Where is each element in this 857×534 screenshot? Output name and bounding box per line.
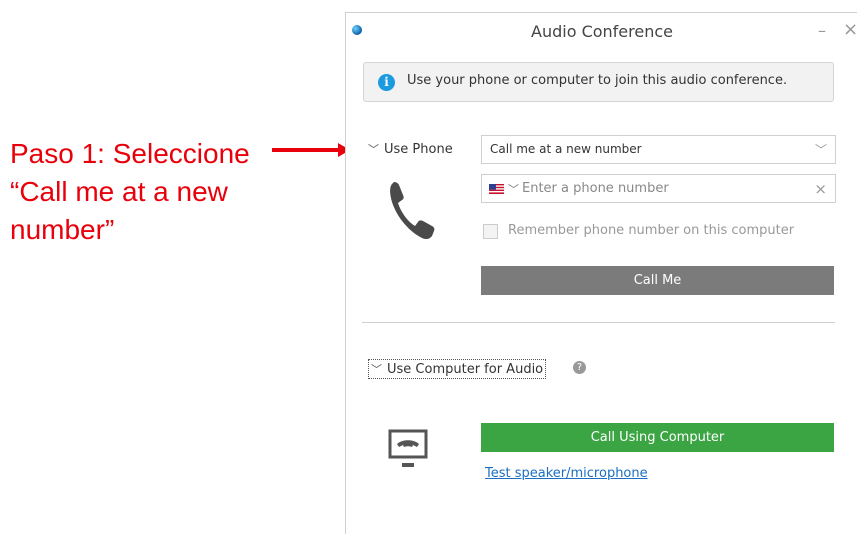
use-computer-label: Use Computer for Audio xyxy=(387,362,544,377)
chevron-down-icon: ﹀ xyxy=(368,143,379,156)
call-me-button[interactable]: Call Me xyxy=(481,266,834,295)
info-icon: i xyxy=(378,74,395,91)
title-bar: Audio Conference – × xyxy=(346,13,857,50)
call-using-computer-button[interactable]: Call Using Computer xyxy=(481,423,834,452)
minimize-button[interactable]: – xyxy=(818,21,826,40)
info-banner: i Use your phone or computer to join thi… xyxy=(363,62,834,102)
call-option-dropdown[interactable]: Call me at a new number ﹀ xyxy=(481,135,836,164)
dropdown-value: Call me at a new number xyxy=(490,142,642,156)
remember-checkbox[interactable] xyxy=(483,224,498,239)
step1-annotation: Paso 1: Seleccione “Call me at a new num… xyxy=(10,138,250,245)
chevron-down-icon: ﹀ xyxy=(371,363,382,376)
use-phone-label: Use Phone xyxy=(384,142,453,157)
close-button[interactable]: × xyxy=(843,19,857,40)
section-divider xyxy=(362,322,835,323)
annotation-arrow xyxy=(272,143,350,157)
remember-label: Remember phone number on this computer xyxy=(508,223,795,238)
us-flag-icon[interactable] xyxy=(489,184,504,194)
test-speaker-link[interactable]: Test speaker/microphone xyxy=(485,466,648,481)
help-icon[interactable]: ? xyxy=(573,361,586,374)
clear-icon[interactable]: × xyxy=(814,180,827,198)
use-computer-toggle[interactable]: ﹀ Use Computer for Audio xyxy=(368,359,547,379)
use-phone-toggle[interactable]: ﹀ Use Phone xyxy=(368,141,453,157)
phone-number-input[interactable]: ﹀ Enter a phone number × xyxy=(481,174,836,203)
country-chevron-icon[interactable]: ﹀ xyxy=(508,181,519,197)
phone-placeholder: Enter a phone number xyxy=(522,181,669,196)
computer-audio-icon xyxy=(388,429,428,467)
phone-handset-icon xyxy=(390,182,435,240)
info-text: Use your phone or computer to join this … xyxy=(407,73,788,88)
chevron-down-icon: ﹀ xyxy=(814,143,827,157)
audio-conference-window: Audio Conference – × i Use your phone or… xyxy=(345,12,857,534)
window-title: Audio Conference xyxy=(531,22,673,41)
